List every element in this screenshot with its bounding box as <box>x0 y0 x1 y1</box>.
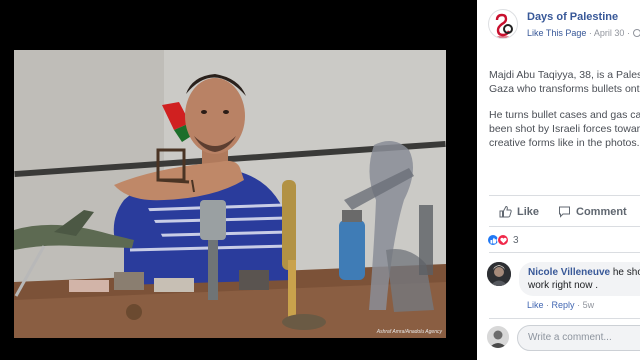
like-button[interactable]: Like <box>499 205 539 218</box>
comment-actions: Like · Reply · 5w <box>527 300 594 310</box>
thumbs-up-icon <box>499 205 512 218</box>
reaction-count: 3 <box>513 234 519 246</box>
post-text-line: He turns bullet cases and gas ca <box>489 109 640 121</box>
meta-separator: · <box>588 28 592 38</box>
divider <box>489 226 640 227</box>
meta-separator-2: · <box>626 28 630 38</box>
love-reaction-icon <box>497 234 509 246</box>
globe-icon <box>632 29 640 37</box>
post-text-line: been shot by Israeli forces towar <box>489 123 640 135</box>
post-text-line: Majdi Abu Taqiyya, 38, is a Pales <box>489 69 640 81</box>
like-this-page-link[interactable]: Like This Page <box>527 28 586 38</box>
photo-viewer: Ashraf Amra/Anadolu Agency <box>0 0 477 360</box>
post-date[interactable]: April 30 <box>594 28 625 38</box>
post-photo[interactable]: Ashraf Amra/Anadolu Agency <box>14 50 446 338</box>
comment-author-link[interactable]: Nicole Villeneuve <box>528 267 610 278</box>
write-comment-input[interactable]: Write a comment... <box>517 325 640 351</box>
comment-like-link[interactable]: Like <box>527 300 544 310</box>
divider <box>489 195 640 196</box>
like-button-label: Like <box>517 205 540 218</box>
comment-button[interactable]: Comment <box>558 205 627 218</box>
divider <box>489 252 640 253</box>
comment-reply-link[interactable]: Reply <box>552 300 575 310</box>
comment-icon <box>559 206 570 218</box>
comment-dot: · <box>546 300 550 310</box>
post-text-line: creative forms like in the photos. <box>489 137 640 149</box>
reactions-summary[interactable]: 3 <box>487 234 519 246</box>
comment-time[interactable]: 5w <box>583 300 595 310</box>
comment-dot-2: · <box>577 300 581 310</box>
divider <box>489 318 640 319</box>
page-logo-avatar[interactable] <box>488 9 518 39</box>
comment-text: he shou <box>612 267 640 278</box>
post-panel: Days of Palestine Like This Page · April… <box>477 0 640 360</box>
post-meta: Like This Page · April 30 · <box>527 28 640 38</box>
commenter-avatar[interactable] <box>487 262 511 286</box>
page-name-link[interactable]: Days of Palestine <box>527 11 618 23</box>
comment-text: work right now . <box>528 280 599 291</box>
comment-button-label: Comment <box>576 205 627 218</box>
comment-bubble: Nicole Villeneuve he shou work right now… <box>519 262 640 296</box>
post-text: Majdi Abu Taqiyya, 38, is a Pales Gaza w… <box>489 68 640 162</box>
photo-illustration <box>14 50 446 338</box>
post-text-line: Gaza who transforms bullets ont <box>489 83 640 95</box>
user-avatar <box>487 326 509 348</box>
page-logo-icon <box>495 13 514 38</box>
post-header: Days of Palestine Like This Page · April… <box>477 0 640 44</box>
photo-credit: Ashraf Amra/Anadolu Agency <box>376 329 442 335</box>
post-actions: Like Comment <box>477 200 640 224</box>
